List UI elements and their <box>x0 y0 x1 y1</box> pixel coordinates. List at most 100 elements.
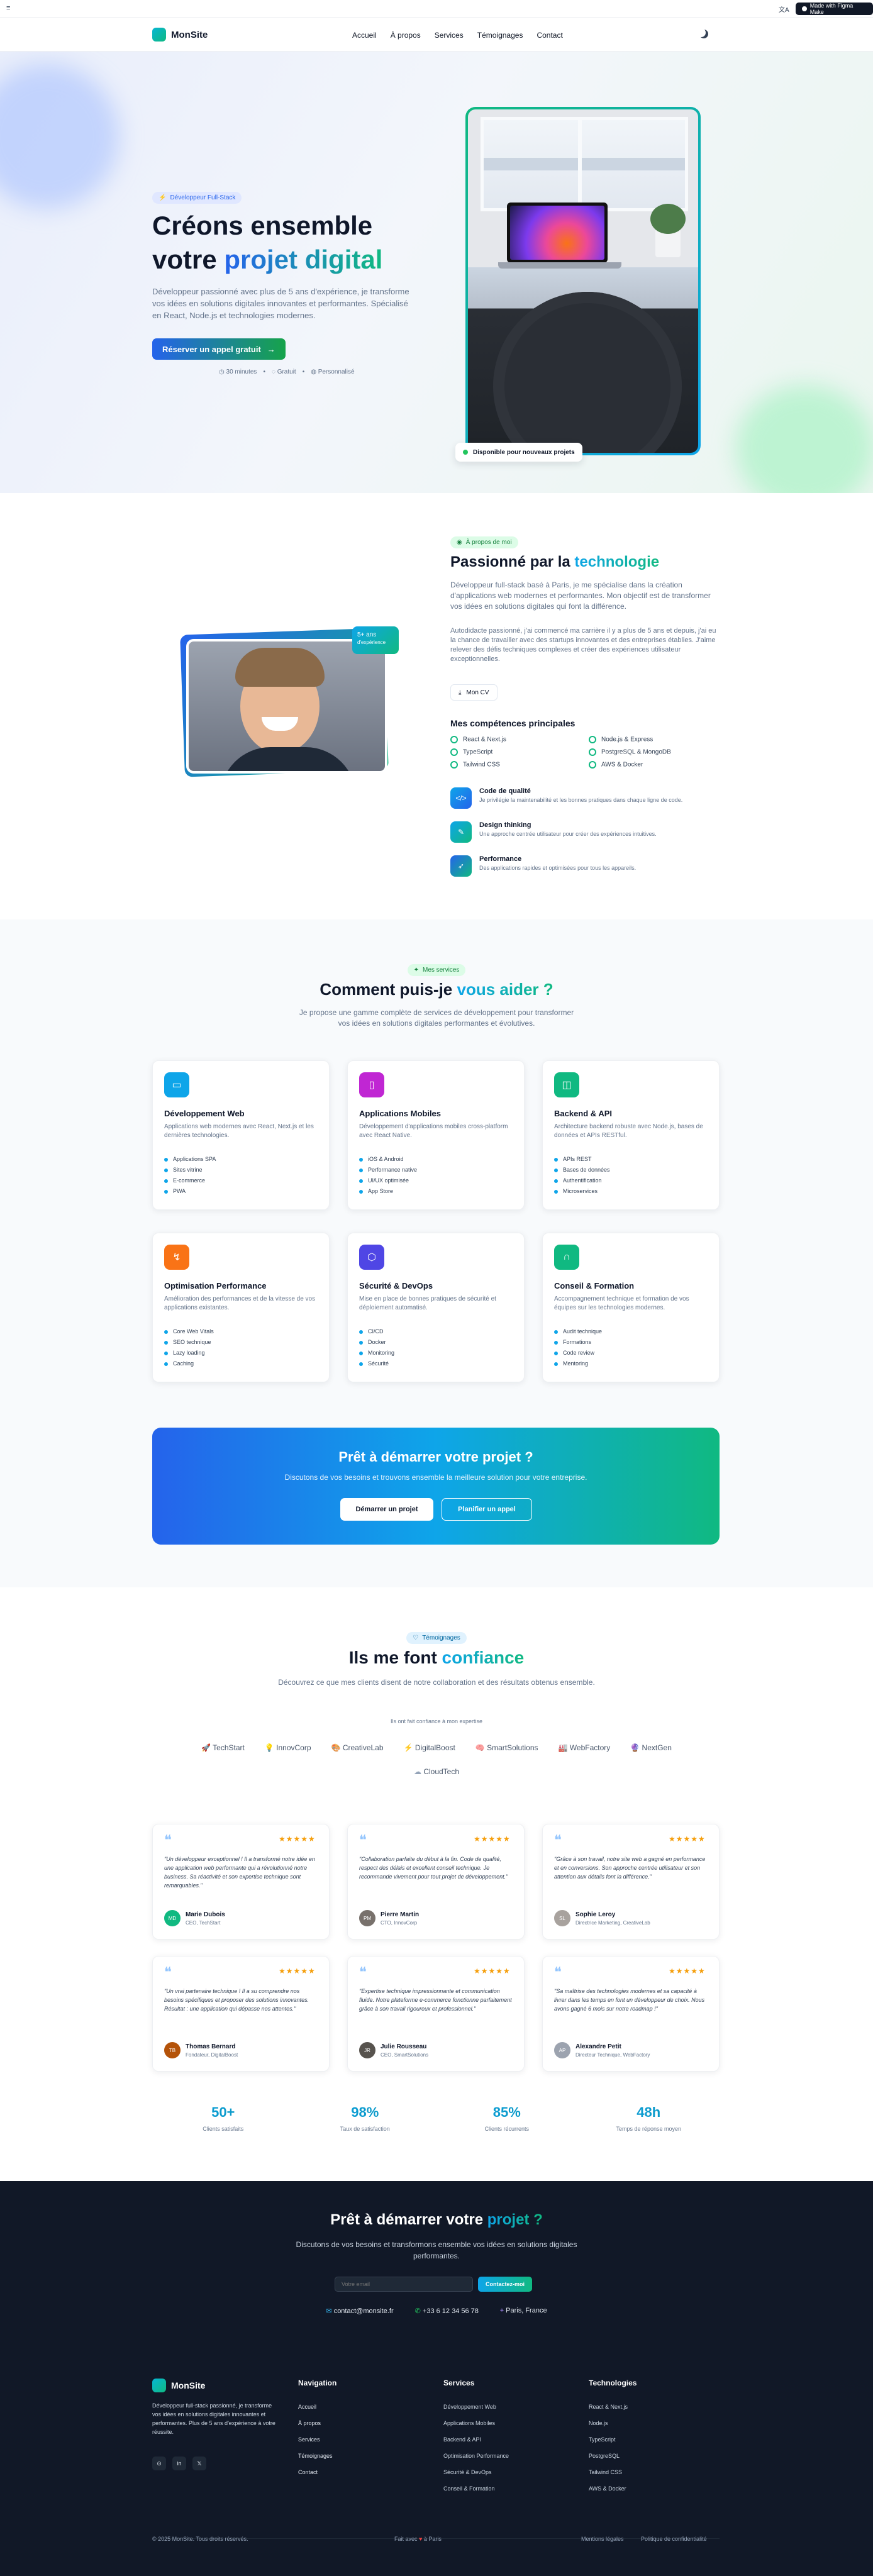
client-logo-name: DigitalBoost <box>414 1743 455 1752</box>
service-card[interactable]: ▭ Développement Web Applications web moder… <box>152 1060 330 1210</box>
testimonial-name: Pierre Martin <box>381 1911 420 1918</box>
hair-shape <box>235 648 325 687</box>
footer-link[interactable]: À propos <box>298 2415 333 2431</box>
service-point: UI/UX optimisée <box>359 1175 417 1186</box>
footer-link[interactable]: Backend & API <box>443 2431 509 2448</box>
main-nav: MonSite Accueil À propos Services Témoig… <box>0 18 873 52</box>
brand-logo[interactable]: MonSite <box>152 28 208 42</box>
service-points: CI/CD Docker Monitoring Sécurité <box>359 1326 394 1369</box>
testimonial-quote: "Collaboration parfaite du début à la fi… <box>359 1856 508 1880</box>
contact-footer-section: Prêt à démarrer votre projet ? Discutons… <box>0 2181 873 2576</box>
services-cta-banner: Prêt à démarrer votre projet ? Discutons… <box>152 1428 720 1545</box>
footer-link[interactable]: Accueil <box>298 2399 333 2415</box>
testimonial-name: Sophie Leroy <box>576 1911 616 1918</box>
globe-icon: 🔮 <box>630 1743 642 1752</box>
moon-icon[interactable] <box>699 30 708 38</box>
brand-name: MonSite <box>171 29 208 40</box>
cv-button[interactable]: ⤓ Mon CV <box>450 684 498 701</box>
footer-tech-item: PostgreSQL <box>589 2453 620 2459</box>
sparkle-icon: ⚡ <box>158 194 167 201</box>
skills-title: Mes compétences principales <box>450 718 576 728</box>
availability-label: Disponible pour nouveaux projets <box>473 448 575 456</box>
client-logo-name: InnovCorp <box>276 1743 311 1752</box>
service-point-label: APIs REST <box>563 1156 592 1162</box>
hero-meta-free: Gratuit <box>277 369 296 375</box>
linkedin-icon[interactable]: in <box>172 2457 186 2470</box>
testimonial-quote: "Un vrai partenaire technique ! Il a su … <box>164 1988 309 2012</box>
service-card[interactable]: ▯ Applications Mobiles Développement d'app… <box>347 1060 525 1210</box>
rating-stars-icon: ★★★★★ <box>669 1967 706 1975</box>
feature-title: Design thinking <box>479 821 531 829</box>
testimonial-card: ❝ ★★★★★ "Grâce à son travail, notre site w… <box>542 1824 720 1940</box>
footer-link[interactable]: Développement Web <box>443 2399 509 2415</box>
privacy-policy-link[interactable]: Politique de confidentialité <box>641 2536 707 2542</box>
start-project-button[interactable]: Démarrer un projet <box>340 1498 433 1521</box>
about-title-plain: Passionné par la <box>450 553 575 570</box>
made-with-pre: Fait avec <box>394 2536 418 2542</box>
bolt-icon: ⚡ <box>403 1743 415 1752</box>
nav-link-contact[interactable]: Contact <box>537 31 562 40</box>
plan-call-button[interactable]: Planifier un appel <box>442 1498 532 1521</box>
contact-location-text: Paris, France <box>506 2307 547 2314</box>
service-card[interactable]: ⬡ Sécurité & DevOps Mise en place de bonne… <box>347 1233 525 1382</box>
nav-link-accueil[interactable]: Accueil <box>352 31 377 40</box>
client-logo-name: WebFactory <box>569 1743 611 1752</box>
rating-stars-icon: ★★★★★ <box>474 1835 511 1843</box>
nav-link-temoignages[interactable]: Témoignages <box>477 31 523 40</box>
contact-phone[interactable]: ✆ +33 6 12 34 56 78 <box>415 2307 479 2315</box>
rocket-icon: 🚀 <box>201 1743 213 1752</box>
bullet-icon <box>164 1351 168 1355</box>
service-point-label: Core Web Vitals <box>173 1328 214 1335</box>
footer-link[interactable]: Conseil & Formation <box>443 2480 509 2497</box>
made-with-figma-button[interactable]: Made with Figma Make <box>796 3 873 15</box>
lightbulb-icon: 💡 <box>264 1743 277 1752</box>
rating-stars-icon: ★★★★★ <box>669 1835 706 1843</box>
service-card[interactable]: ∩ Conseil & Formation Accompagnement techn… <box>542 1233 720 1382</box>
twitter-icon[interactable]: 𝕏 <box>192 2457 206 2470</box>
palette-icon: ✎ <box>450 821 472 843</box>
contact-email-input[interactable] <box>335 2277 473 2292</box>
service-point-label: Code review <box>563 1350 595 1356</box>
footer-link[interactable]: Témoignages <box>298 2448 333 2464</box>
skill-label: TypeScript <box>463 748 493 756</box>
service-card[interactable]: ◫ Backend & API Architecture backend robus… <box>542 1060 720 1210</box>
translate-icon[interactable]: 文A <box>779 4 789 14</box>
client-logo-name: SmartSolutions <box>487 1743 538 1752</box>
service-point-label: Applications SPA <box>173 1156 216 1162</box>
service-point: Core Web Vitals <box>164 1326 214 1337</box>
code-icon: </> <box>450 787 472 809</box>
page-menu-icon[interactable]: ≡ <box>6 4 10 12</box>
contact-submit-button[interactable]: Contactez-moi <box>478 2277 533 2292</box>
portrait-photo <box>186 639 387 774</box>
service-points: Audit technique Formations Code review Ment… <box>554 1326 602 1369</box>
legal-mentions-link[interactable]: Mentions légales <box>581 2536 624 2542</box>
footer-link[interactable]: Contact <box>298 2464 333 2480</box>
service-desc: Accompagnement technique et formation de… <box>554 1296 689 1311</box>
rating-stars-icon: ★★★★★ <box>279 1967 316 1975</box>
feature-desc: Une approche centrée utilisateur pour cr… <box>479 831 657 837</box>
avatar: PM <box>359 1910 375 1926</box>
footer-link[interactable]: Applications Mobiles <box>443 2415 509 2431</box>
contact-email[interactable]: ✉ contact@monsite.fr <box>326 2307 393 2315</box>
footer-link[interactable]: Services <box>298 2431 333 2448</box>
nav-link-a-propos[interactable]: À propos <box>391 31 421 40</box>
nav-link-services[interactable]: Services <box>435 31 464 40</box>
hero-image-frame <box>465 107 701 455</box>
shirt-shape <box>220 747 356 771</box>
made-with-label: Made with Figma Make <box>809 3 854 15</box>
hero-cta-button[interactable]: Réserver un appel gratuit → <box>152 338 286 360</box>
hero-title-accent: projet digital <box>224 245 383 274</box>
footer-link[interactable]: Sécurité & DevOps <box>443 2464 509 2480</box>
quote-icon: ❝ <box>164 1964 172 1980</box>
stat-label: Clients satisfaits <box>203 2126 244 2132</box>
service-card[interactable]: ↯ Optimisation Performance Amélioration de… <box>152 1233 330 1382</box>
github-icon[interactable]: ⊙ <box>152 2457 166 2470</box>
client-logo-name: CreativeLab <box>342 1743 384 1752</box>
check-circle-icon <box>450 761 458 769</box>
hero-title: Créons ensemble votre projet digital <box>152 209 382 277</box>
service-point-label: Authentification <box>563 1177 602 1184</box>
service-points: Core Web Vitals SEO technique Lazy loading… <box>164 1326 214 1369</box>
service-point: iOS & Android <box>359 1154 417 1165</box>
footer-brand[interactable]: MonSite <box>152 2379 205 2392</box>
footer-link[interactable]: Optimisation Performance <box>443 2448 509 2464</box>
